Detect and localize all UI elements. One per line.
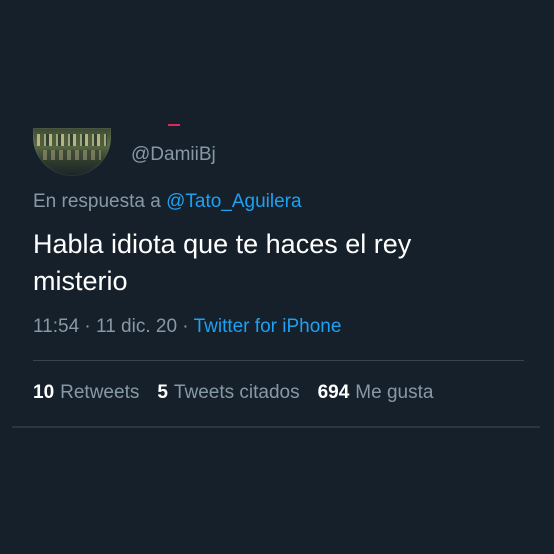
tweet-detail: @DamiiBj En respuesta a @Tato_Aguilera H…: [0, 0, 554, 554]
tweet-stats: 10 Retweets 5 Tweets citados 694 Me gusta: [33, 382, 433, 404]
retweets-label: Retweets: [60, 382, 140, 403]
reply-mention-link[interactable]: @Tato_Aguilera: [166, 191, 301, 212]
tweet-date[interactable]: 11 dic. 20: [96, 316, 177, 337]
likes-count: 694: [317, 382, 350, 403]
tweet-time[interactable]: 11:54: [33, 316, 79, 337]
quote-tweets-label: Tweets citados: [173, 382, 300, 403]
bottom-divider: [12, 426, 540, 428]
avatar[interactable]: [33, 128, 111, 176]
reply-context: En respuesta a @Tato_Aguilera: [33, 191, 302, 213]
tweet-text: Habla idiota que te haces el rey misteri…: [33, 229, 412, 296]
tweet-source-link[interactable]: Twitter for iPhone: [194, 316, 342, 337]
tweet-header: @DamiiBj: [33, 122, 216, 182]
likes-stat[interactable]: 694 Me gusta: [318, 382, 434, 404]
retweets-stat[interactable]: 10 Retweets: [33, 382, 139, 404]
reply-prefix: En respuesta a: [33, 191, 167, 212]
quote-tweets-count: 5: [157, 382, 168, 403]
user-handle[interactable]: @DamiiBj: [131, 144, 216, 166]
meta-separator: ·: [79, 316, 97, 337]
meta-separator: ·: [177, 316, 194, 337]
likes-label: Me gusta: [355, 382, 434, 403]
retweets-count: 10: [33, 382, 55, 403]
tweet-meta: 11:54 · 11 dic. 20 · Twitter for iPhone: [33, 316, 341, 338]
quote-tweets-stat[interactable]: 5 Tweets citados: [157, 382, 299, 404]
name-underline-mark: [168, 124, 180, 126]
divider: [33, 360, 524, 361]
